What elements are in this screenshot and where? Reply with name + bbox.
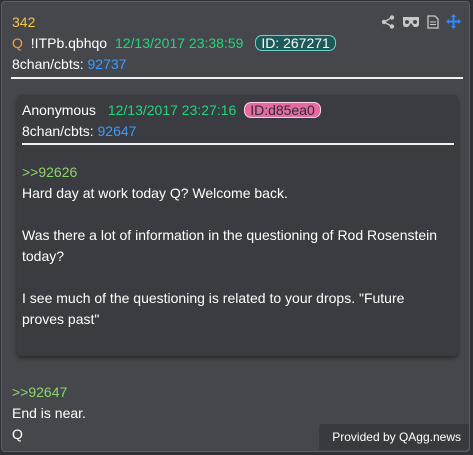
quoted-line-1: Hard day at work today Q? Welcome back. [22, 185, 288, 201]
post-card: 342 Q !ITPb.qbhqo 12/13/2017 23:38:59 ID… [1, 1, 470, 452]
post-datetime: 12/13/2017 23:38:59 [114, 35, 244, 51]
source-link[interactable]: 92737 [88, 56, 127, 72]
quoted-reply-link[interactable]: >>92626 [22, 162, 442, 183]
post-id-badge[interactable]: ID: 267271 [255, 35, 336, 51]
quoted-author: Anonymous [22, 102, 96, 118]
quoted-datetime: 12/13/2017 23:27:16 [107, 102, 237, 118]
post-number: 342 [12, 14, 36, 30]
quoted-source-link[interactable]: 92647 [98, 123, 137, 139]
quoted-divider [22, 143, 454, 145]
reply-line-1: End is near. [12, 405, 86, 421]
quoted-post: Anonymous 12/13/2017 23:27:16 ID:d85ea0 … [17, 95, 458, 356]
quoted-line-4: I see much of the questioning is related… [22, 290, 405, 306]
post-source: 8chan/cbts: 92737 [12, 56, 126, 72]
author-letter: Q [12, 35, 23, 51]
quoted-source-prefix: 8chan/cbts: [22, 123, 94, 139]
quoted-line-5: proves past" [22, 311, 100, 327]
document-icon[interactable] [427, 14, 439, 29]
tripcode: !ITPb.qbhqo [30, 35, 108, 51]
quoted-header: Anonymous 12/13/2017 23:27:16 ID:d85ea0 [22, 102, 321, 118]
move-icon[interactable] [446, 14, 461, 29]
quoted-line-3: today? [22, 248, 65, 264]
quoted-body: >>92626 Hard day at work today Q? Welcom… [22, 162, 442, 330]
header-divider [11, 77, 463, 79]
post-toolbar [381, 14, 461, 29]
provided-by-footer[interactable]: Provided by QAgg.news [332, 430, 461, 444]
quoted-source: 8chan/cbts: 92647 [22, 123, 136, 139]
quoted-id-badge[interactable]: ID:d85ea0 [244, 102, 321, 118]
quoted-line-2: Was there a lot of information in the qu… [22, 227, 438, 243]
post-header: Q !ITPb.qbhqo 12/13/2017 23:38:59 ID: 26… [12, 35, 336, 51]
source-prefix: 8chan/cbts: [12, 56, 84, 72]
vr-glasses-icon[interactable] [402, 16, 420, 28]
reply-link[interactable]: >>92647 [12, 382, 432, 403]
share-icon[interactable] [381, 14, 395, 29]
